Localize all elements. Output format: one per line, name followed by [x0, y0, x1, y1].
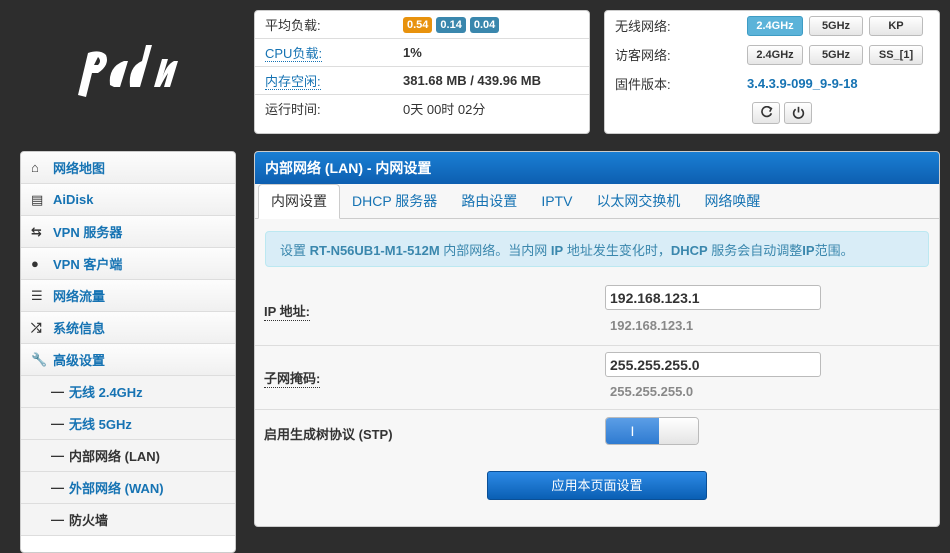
wireless-5ghz-button[interactable]: 5GHz [809, 15, 863, 36]
stp-row: 启用生成树协议 (STP) I [255, 410, 939, 456]
sidebar-item-aidisk[interactable]: ▤ AiDisk [21, 184, 235, 216]
sidebar-item-system-info[interactable]: ⤮ 系统信息 [21, 312, 235, 344]
dash-icon: — [51, 448, 64, 463]
sidebar-subitem-label: 内部网络 (LAN) [69, 449, 160, 464]
random-icon: ⤮ [31, 319, 42, 335]
sidebar-item-label: 网络地图 [53, 161, 106, 176]
load-1min-badge: 0.54 [403, 16, 433, 33]
padavan-logo [78, 45, 178, 97]
sidebar-subitem-label: 无线 5GHz [69, 417, 132, 432]
sidebar-item-traffic[interactable]: ☰ 网络流量 [21, 280, 235, 312]
sidebar-item-advanced[interactable]: 🔧 高级设置 [21, 344, 235, 376]
memory-label[interactable]: 内存空闲: [265, 74, 321, 90]
sidebar-subitem-label: 外部网络 (WAN) [69, 481, 164, 496]
hdd-icon: ▤ [31, 191, 44, 207]
load-5min-badge: 0.14 [436, 16, 466, 33]
home-icon: ⌂ [31, 160, 39, 175]
refresh-button[interactable] [752, 101, 780, 124]
ip-address-input[interactable] [605, 285, 821, 310]
power-button[interactable] [784, 101, 812, 124]
guest-label: 访客网络: [615, 48, 671, 63]
sidebar-subitem-lan[interactable]: — 内部网络 (LAN) [21, 440, 235, 472]
subnet-mask-label: 子网掩码: [264, 368, 321, 388]
stp-toggle-knob [659, 418, 698, 444]
load-15min-badge: 0.04 [469, 16, 500, 33]
tab-bar: 内网设置 DHCP 服务器 路由设置 IPTV 以太网交换机 网络唤醒 [255, 184, 939, 219]
stp-label: 启用生成树协议 (STP) [264, 427, 393, 442]
sidebar-item-label: 网络流量 [53, 289, 106, 304]
cpu-label[interactable]: CPU负载: [265, 46, 323, 62]
load-label: 平均负载: [265, 18, 321, 33]
sidebar-item-label: VPN 服务器 [53, 225, 123, 240]
guest-5ghz-button[interactable]: 5GHz [809, 44, 863, 65]
uptime-value: 0天 00时 02分 [403, 102, 486, 117]
uptime-label: 运行时间: [265, 102, 321, 117]
sidebar: ⌂ 网络地图 ▤ AiDisk ⇆ VPN 服务器 ● VPN 客户端 ☰ 网络… [20, 151, 236, 553]
sidebar-subitem-label: 防火墙 [69, 513, 109, 528]
stp-toggle-on: I [606, 418, 659, 444]
info-text: 设置 RT-N56UB1-M1-512M 内部网络。当内网 IP 地址发生变化时… [280, 242, 854, 258]
memory-value: 381.68 MB / 439.96 MB [403, 73, 542, 88]
cpu-value: 1% [403, 45, 422, 60]
firmware-row: 固件版本: 3.4.3.9-099_9-9-18 [605, 69, 939, 98]
info-alert: 设置 RT-N56UB1-M1-512M 内部网络。当内网 IP 地址发生变化时… [265, 231, 929, 267]
dash-icon: — [51, 416, 64, 431]
system-status-panel: 平均负载: 0.54 0.14 0.04 CPU负载: 1% 内存空闲: 381… [254, 10, 590, 134]
subnet-mask-row: 子网掩码: 255.255.255.0 [255, 346, 939, 410]
refresh-icon [760, 106, 772, 118]
subnet-mask-input[interactable] [605, 352, 821, 377]
sidebar-item-label: 系统信息 [53, 321, 106, 336]
main-content: 内部网络 (LAN) - 内网设置 内网设置 DHCP 服务器 路由设置 IPT… [254, 151, 940, 527]
uptime-row: 运行时间: 0天 00时 02分 [255, 95, 589, 122]
dash-icon: — [51, 480, 64, 495]
wireless-row: 无线网络: 2.4GHz 5GHz KP [605, 11, 939, 40]
page-title: 内部网络 (LAN) - 内网设置 [255, 152, 939, 184]
globe-icon: ● [31, 256, 39, 271]
subnet-mask-default-hint: 255.255.255.0 [610, 384, 694, 399]
guest-24ghz-button[interactable]: 2.4GHz [747, 44, 803, 65]
apply-button[interactable]: 应用本页面设置 [487, 471, 707, 500]
dash-icon: — [51, 512, 64, 527]
retweet-icon: ⇆ [31, 223, 42, 239]
tasks-icon: ☰ [31, 287, 43, 303]
sidebar-item-vpn-server[interactable]: ⇆ VPN 服务器 [21, 216, 235, 248]
sidebar-subitem-wan[interactable]: — 外部网络 (WAN) [21, 472, 235, 504]
tab-ethernet-switch[interactable]: 以太网交换机 [584, 185, 692, 218]
sidebar-subitem-wireless-5[interactable]: — 无线 5GHz [21, 408, 235, 440]
firmware-version[interactable]: 3.4.3.9-099_9-9-18 [747, 76, 858, 91]
power-icon [792, 106, 804, 119]
sidebar-subitem-firewall[interactable]: — 防火墙 [21, 504, 235, 536]
sidebar-subitem-label: 无线 2.4GHz [69, 385, 143, 400]
load-row: 平均负载: 0.54 0.14 0.04 [255, 11, 589, 39]
tab-iptv[interactable]: IPTV [529, 185, 584, 218]
network-status-panel: 无线网络: 2.4GHz 5GHz KP 访客网络: 2.4GHz 5GHz S… [604, 10, 940, 134]
cpu-row: CPU负载: 1% [255, 39, 589, 67]
guest-row: 访客网络: 2.4GHz 5GHz SS_[1] [605, 40, 939, 69]
sidebar-item-label: AiDisk [53, 192, 94, 207]
tab-lan-settings[interactable]: 内网设置 [258, 184, 340, 219]
ip-address-row: IP 地址: 192.168.123.1 [255, 281, 939, 346]
stp-toggle[interactable]: I [605, 417, 699, 445]
action-row [605, 98, 939, 127]
sidebar-subitem-wireless-24[interactable]: — 无线 2.4GHz [21, 376, 235, 408]
wireless-24ghz-button[interactable]: 2.4GHz [747, 15, 803, 36]
wireless-label: 无线网络: [615, 19, 671, 34]
dash-icon: — [51, 384, 64, 399]
memory-row: 内存空闲: 381.68 MB / 439.96 MB [255, 67, 589, 95]
tab-dhcp-server[interactable]: DHCP 服务器 [340, 185, 449, 218]
wrench-icon: 🔧 [31, 351, 48, 367]
sidebar-item-label: 高级设置 [53, 353, 106, 368]
tab-routing[interactable]: 路由设置 [449, 185, 529, 218]
ip-address-label: IP 地址: [264, 301, 310, 321]
guest-ss-button[interactable]: SS_[1] [869, 44, 923, 65]
tab-wake-on-lan[interactable]: 网络唤醒 [692, 185, 772, 218]
sidebar-item-network-map[interactable]: ⌂ 网络地图 [21, 152, 235, 184]
sidebar-item-vpn-client[interactable]: ● VPN 客户端 [21, 248, 235, 280]
ip-address-default-hint: 192.168.123.1 [610, 318, 694, 333]
sidebar-item-label: VPN 客户端 [53, 257, 123, 272]
wireless-kp-button[interactable]: KP [869, 15, 923, 36]
firmware-label: 固件版本: [615, 77, 671, 92]
